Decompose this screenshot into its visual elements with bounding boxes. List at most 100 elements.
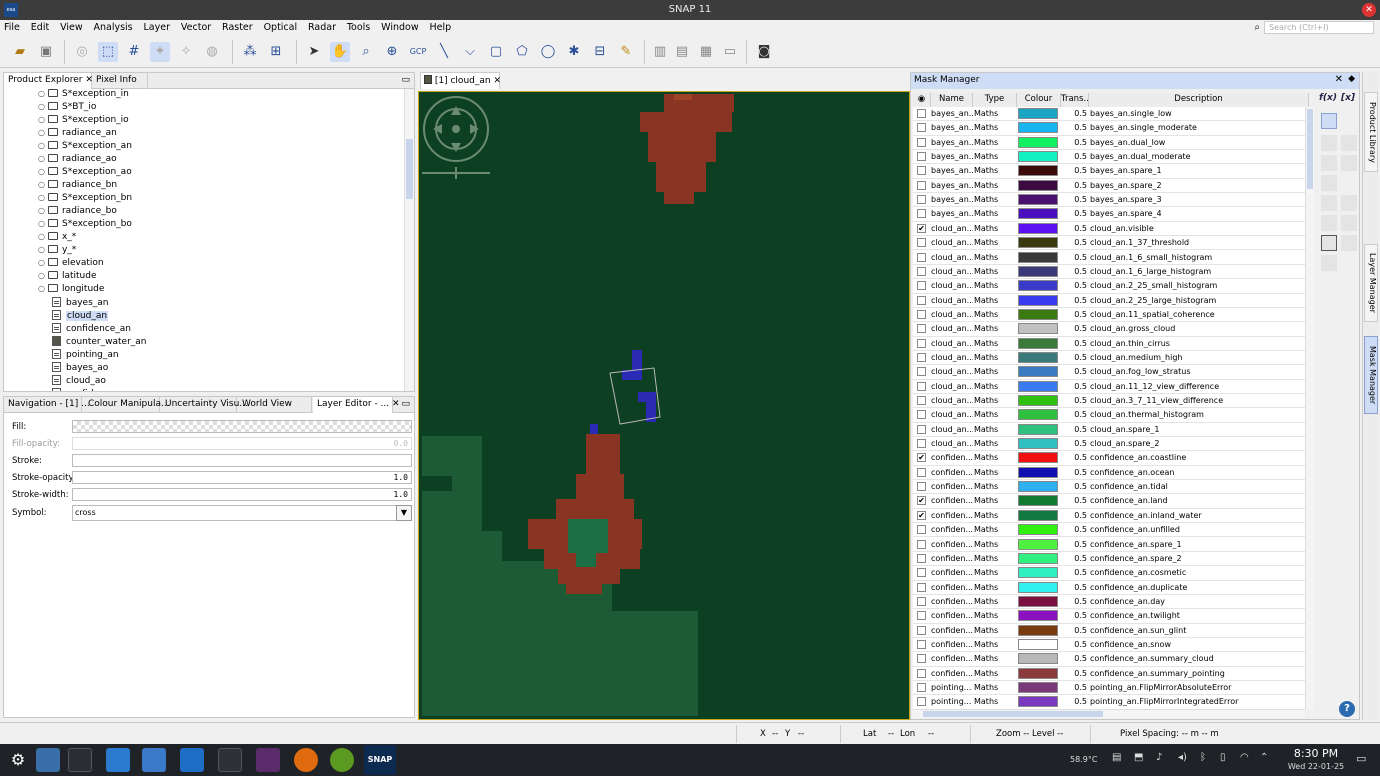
select-tool-icon[interactable]: ➤ <box>304 42 324 62</box>
tree-item[interactable]: bayes_ao <box>52 362 108 375</box>
intersect-mask-icon[interactable] <box>1321 155 1337 171</box>
mask-colour-swatch[interactable] <box>1018 667 1058 679</box>
calculator-icon[interactable] <box>256 748 280 772</box>
mask-visibility-checkbox[interactable]: ✔ <box>917 496 926 506</box>
tile-evenly-icon[interactable]: ▭ <box>720 42 740 62</box>
expand-toggle-icon[interactable]: ○ <box>38 219 45 228</box>
tree-item[interactable]: ○ S*exception_in <box>38 89 129 102</box>
stroke-color-field[interactable] <box>72 454 412 467</box>
column-type[interactable]: Type <box>973 93 1017 107</box>
mask-visibility-checkbox[interactable]: ✔ <box>917 453 926 463</box>
subtract-mask-icon[interactable] <box>1341 155 1357 171</box>
mask-colour-swatch[interactable] <box>1018 495 1058 507</box>
mask-visibility-checkbox[interactable] <box>917 338 926 348</box>
mask-row[interactable]: cloud_an... Maths 0.5 cloud_an.1_37_thresho… <box>913 236 1305 251</box>
mask-colour-swatch[interactable] <box>1018 409 1058 421</box>
stroke-width-field[interactable]: 1.0 <box>72 488 412 501</box>
show-desktop-icon[interactable]: ▭ <box>1356 752 1366 765</box>
visibility-eye-icon[interactable]: ◉ <box>913 93 931 107</box>
tree-item[interactable]: ○ radiance_bn <box>38 180 117 193</box>
expand-toggle-icon[interactable]: ○ <box>38 167 45 176</box>
mask-visibility-checkbox[interactable] <box>917 683 926 692</box>
mask-colour-swatch[interactable] <box>1018 509 1058 521</box>
zoom-tool-icon[interactable]: ⌕ <box>356 42 376 62</box>
transfer-mask-icon[interactable] <box>1321 255 1337 271</box>
mask-row[interactable]: cloud_an... Maths 0.5 cloud_an.thin_cirrus <box>913 337 1305 351</box>
mask-row[interactable]: cloud_an... Maths 0.5 cloud_an.fog_low_stra… <box>913 365 1305 380</box>
expand-toggle-icon[interactable]: ○ <box>38 102 45 111</box>
mask-colour-swatch[interactable] <box>1018 208 1058 220</box>
invert-mask-icon[interactable] <box>1321 175 1337 191</box>
symbol-select[interactable]: cross <box>72 505 412 521</box>
clock-date[interactable]: Wed 22-01-25 <box>1280 762 1352 771</box>
search-input[interactable]: Search (Ctrl+I) <box>1264 21 1374 34</box>
mask-colour-swatch[interactable] <box>1018 624 1058 636</box>
mask-colour-swatch[interactable] <box>1018 251 1058 263</box>
mask-colour-swatch[interactable] <box>1018 438 1058 450</box>
mask-row[interactable]: confiden... Maths 0.5 confidence_an.tidal <box>913 480 1305 495</box>
expand-toggle-icon[interactable]: ○ <box>38 115 45 124</box>
mask-row[interactable]: pointing... Maths 0.5 pointing_an.FlipMirro… <box>913 681 1305 696</box>
polygon-drawing-icon[interactable]: ⬠ <box>512 42 532 62</box>
tab-layer-editor[interactable]: Layer Editor - ... ✕ <box>313 397 400 413</box>
mask-visibility-checkbox[interactable] <box>917 367 926 377</box>
mask-colour-swatch[interactable] <box>1018 567 1058 579</box>
mask-visibility-checkbox[interactable] <box>917 266 926 276</box>
pin-tool-icon[interactable]: ◎ <box>72 42 92 62</box>
tab-product-explorer[interactable]: Product Explorer ✕ <box>4 73 93 89</box>
mask-row[interactable]: confiden... Maths 0.5 confidence_an.snow <box>913 638 1305 653</box>
mask-row[interactable]: cloud_an... Maths 0.5 cloud_an.thermal_hist… <box>913 408 1305 423</box>
tree-item[interactable]: ○ S*exception_ao <box>38 167 132 180</box>
mask-row[interactable]: bayes_an... Maths 0.5 bayes_an.single_low <box>913 107 1305 122</box>
mask-hscroll-thumb[interactable] <box>923 711 1103 717</box>
expand-toggle-icon[interactable]: ○ <box>38 258 45 267</box>
expand-toggle-icon[interactable]: ○ <box>38 232 45 241</box>
mask-vertical-scrollbar[interactable] <box>1305 107 1314 709</box>
grid-tool-icon[interactable]: # <box>124 42 144 62</box>
mask-visibility-checkbox[interactable] <box>917 123 926 133</box>
tile-vertical-icon[interactable]: ▤ <box>672 42 692 62</box>
mask-colour-swatch[interactable] <box>1018 481 1058 493</box>
close-icon[interactable]: ✕ <box>1335 74 1343 85</box>
tree-item[interactable]: ○ elevation <box>38 258 104 271</box>
tree-item[interactable]: ○ S*exception_bn <box>38 193 132 206</box>
mask-row[interactable]: cloud_an... Maths 0.5 cloud_an.1_6_small_hi… <box>913 251 1305 265</box>
stroke-opacity-field[interactable]: 1.0 <box>72 471 412 484</box>
expand-toggle-icon[interactable]: ○ <box>38 206 45 215</box>
expand-toggle-icon[interactable]: ○ <box>38 128 45 137</box>
tree-item[interactable]: ○ longitude <box>38 284 104 297</box>
menu-view[interactable]: View <box>56 20 87 35</box>
mask-visibility-checkbox[interactable] <box>917 209 926 219</box>
gcp-tool-icon[interactable]: GCP <box>408 42 428 62</box>
tab-navigation[interactable]: Navigation - [1] ... <box>4 397 90 413</box>
system-monitor-icon[interactable] <box>68 748 92 772</box>
mask-visibility-checkbox[interactable] <box>917 424 926 434</box>
mask-row[interactable]: bayes_an... Maths 0.5 bayes_an.spare_1 <box>913 164 1305 179</box>
help-icon[interactable]: ? <box>1339 701 1355 717</box>
bluetooth-icon[interactable]: ᛒ <box>1200 752 1206 763</box>
mask-colour-swatch[interactable] <box>1018 524 1058 536</box>
mask-visibility-checkbox[interactable] <box>917 639 926 649</box>
mask-row[interactable]: confiden... Maths 0.5 confidence_an.cosmeti… <box>913 566 1305 581</box>
mask-row[interactable]: confiden... Maths 0.5 confidence_an.spare_1 <box>913 538 1305 552</box>
mask-scroll-thumb[interactable] <box>1307 109 1313 189</box>
mask-colour-swatch[interactable] <box>1018 280 1058 292</box>
magic-wand-icon[interactable]: ✱ <box>564 42 584 62</box>
mask-colour-swatch[interactable] <box>1018 595 1058 607</box>
qgis-icon[interactable] <box>330 748 354 772</box>
mask-row[interactable]: cloud_an... Maths 0.5 cloud_an.11_12_view_d… <box>913 380 1305 394</box>
mask-colour-swatch[interactable] <box>1018 237 1058 249</box>
band-maths-button[interactable]: [x] <box>1341 93 1359 109</box>
mask-row[interactable]: confiden... Maths 0.5 confidence_an.spare_2 <box>913 552 1305 567</box>
desktop-pager-icon[interactable] <box>36 748 60 772</box>
batch-processing-icon[interactable]: ⊞ <box>266 42 286 62</box>
export-mask-icon[interactable] <box>1341 235 1357 251</box>
expand-toggle-icon[interactable]: ○ <box>38 180 45 189</box>
mask-visibility-checkbox[interactable] <box>917 553 926 563</box>
mask-visibility-checkbox[interactable] <box>917 410 926 420</box>
tree-item[interactable]: confidence_ao <box>52 388 131 391</box>
mask-visibility-checkbox[interactable] <box>917 625 926 635</box>
mask-row[interactable]: confiden... Maths 0.5 confidence_an.sun_gli… <box>913 624 1305 638</box>
time-series-icon[interactable]: ◙ <box>754 42 774 62</box>
column-transparency[interactable]: Trans... <box>1061 93 1092 107</box>
